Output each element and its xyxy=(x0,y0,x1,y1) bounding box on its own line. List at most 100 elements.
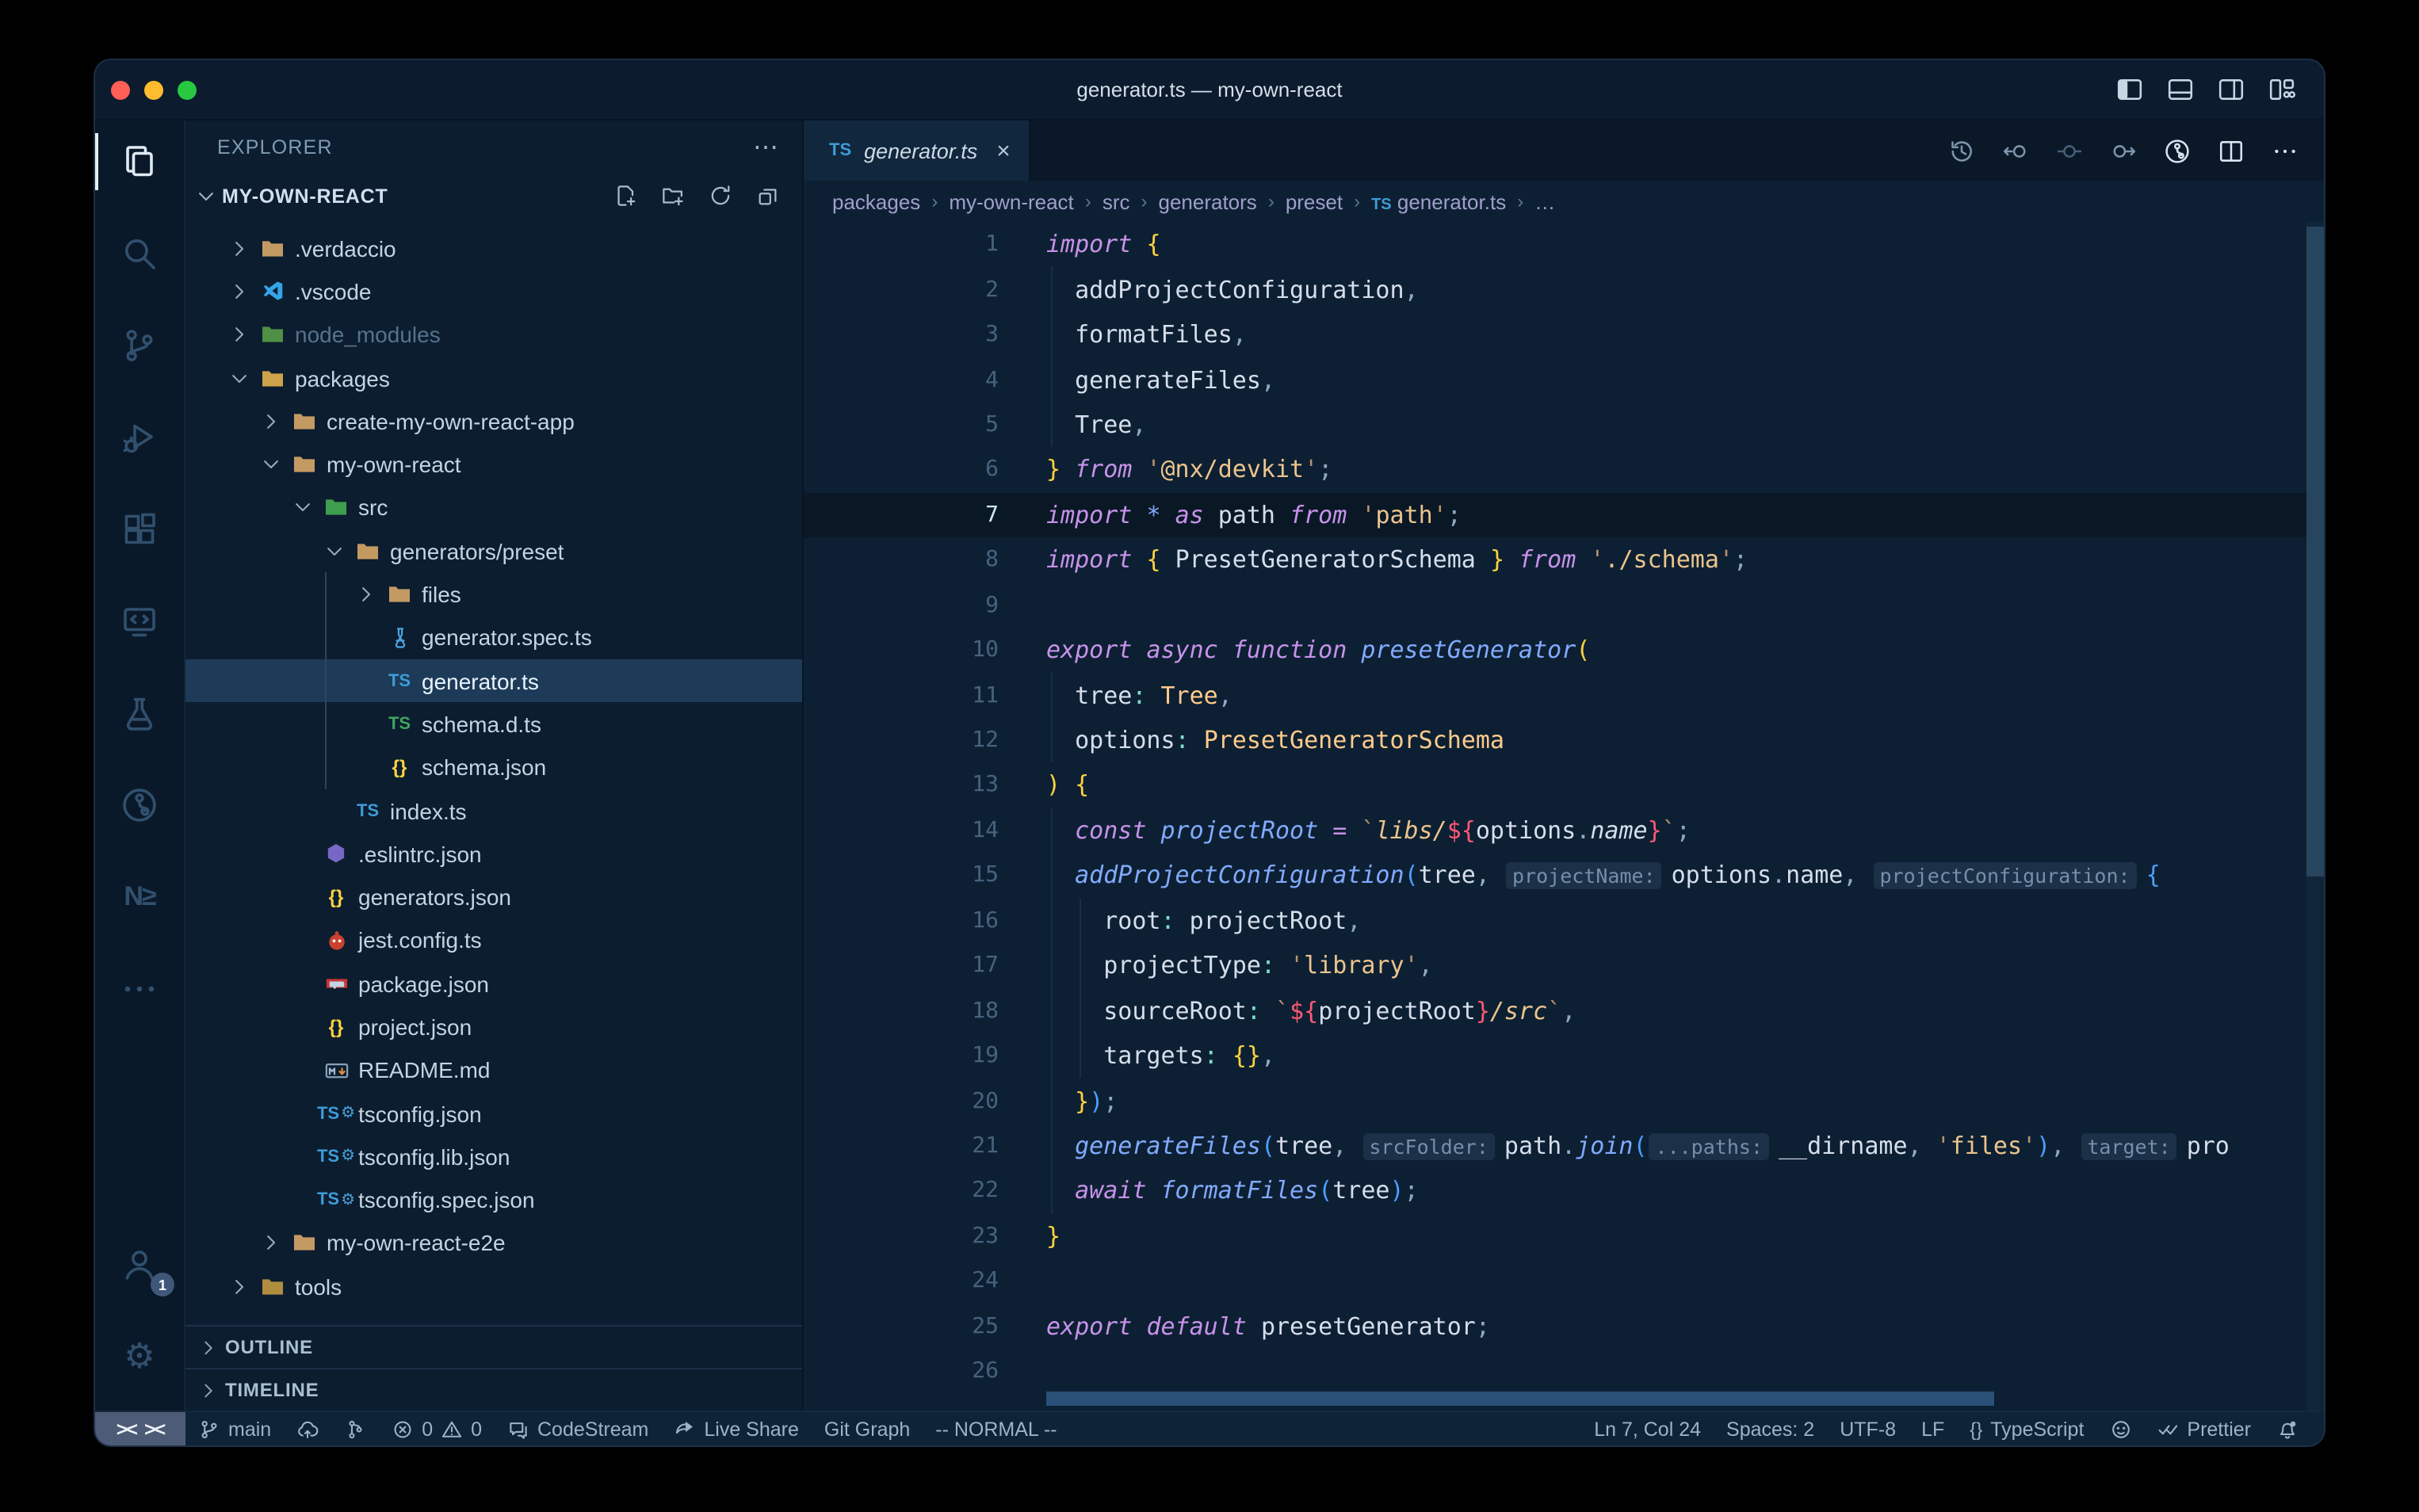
status-pipeline[interactable] xyxy=(331,1412,379,1445)
panel-outline[interactable]: OUTLINE xyxy=(185,1325,802,1368)
breadcrumb-src[interactable]: src xyxy=(1102,189,1130,213)
more-actions-icon[interactable] xyxy=(2272,137,2299,164)
toggle-panel-icon[interactable] xyxy=(2167,78,2194,101)
status-git-graph[interactable]: Git Graph xyxy=(812,1412,923,1445)
change-icon[interactable] xyxy=(2056,137,2083,164)
tree-item-index-ts[interactable]: TSindex.ts xyxy=(185,789,802,833)
breadcrumb-symbols[interactable]: … xyxy=(1534,189,1555,213)
tree-item-tools[interactable]: tools xyxy=(185,1265,802,1308)
tree-item-schema-json[interactable]: {}schema.json xyxy=(185,746,802,789)
status-vim-mode[interactable]: -- NORMAL -- xyxy=(923,1412,1069,1445)
explorer-more-icon[interactable]: ⋯ xyxy=(753,132,780,163)
tree-item--verdaccio[interactable]: .verdaccio xyxy=(185,227,802,270)
tree-item-my-own-react-e2e[interactable]: my-own-react-e2e xyxy=(185,1222,802,1266)
activity-item-nx-console[interactable]: N≥ xyxy=(95,859,184,935)
tree-item-create-my-own-react-app[interactable]: create-my-own-react-app xyxy=(185,399,802,443)
panel-timeline[interactable]: TIMELINE xyxy=(185,1368,802,1411)
status-language-mode[interactable]: {}TypeScript xyxy=(1957,1412,2096,1445)
breadcrumb-preset[interactable]: preset xyxy=(1286,189,1343,213)
zoom-button[interactable] xyxy=(178,80,197,99)
status-prettier[interactable]: Prettier xyxy=(2144,1412,2264,1445)
collapse-all-icon[interactable] xyxy=(756,184,780,208)
status-publish[interactable] xyxy=(284,1412,331,1445)
activity-item-settings[interactable]: ⚙ xyxy=(95,1319,184,1395)
split-editor-icon[interactable] xyxy=(2218,137,2245,164)
activity-item-more-views[interactable] xyxy=(95,951,184,1027)
status-git-branch[interactable]: main xyxy=(185,1412,284,1445)
tree-item-label: schema.json xyxy=(422,754,546,780)
minimize-button[interactable] xyxy=(144,80,163,99)
tree-item--eslintrc-json[interactable]: ⬢.eslintrc.json xyxy=(185,832,802,876)
status-notifications[interactable] xyxy=(2264,1412,2311,1445)
activity-item-source-control[interactable] xyxy=(95,307,184,384)
tree-item--vscode[interactable]: .vscode xyxy=(185,270,802,314)
tree-item-jest-config-ts[interactable]: jest.config.ts xyxy=(185,919,802,963)
tree-item-my-own-react[interactable]: my-own-react xyxy=(185,443,802,487)
next-change-icon[interactable] xyxy=(2110,137,2137,164)
new-file-icon[interactable] xyxy=(613,184,637,208)
activity-item-accounts[interactable]: 1 xyxy=(95,1227,184,1303)
activity-item-explorer[interactable] xyxy=(95,124,184,200)
inlay-hint: srcFolder: xyxy=(1362,1133,1495,1160)
vertical-scrollbar-thumb[interactable] xyxy=(2306,227,2324,876)
ellipsis-icon xyxy=(120,970,159,1008)
code-line-11: 11 tree: Tree, xyxy=(804,673,2324,718)
toggle-secondary-sidebar-icon[interactable] xyxy=(2218,78,2245,101)
status-encoding[interactable]: UTF-8 xyxy=(1827,1412,1909,1445)
activity-item-remote-explorer[interactable] xyxy=(95,583,184,659)
tree-item-generators-preset[interactable]: generators/preset xyxy=(185,529,802,573)
tree-item-tsconfig-lib-json[interactable]: TS⚙tsconfig.lib.json xyxy=(185,1135,802,1178)
git-graph-circle-icon[interactable] xyxy=(2164,137,2191,164)
eslint-file-icon: ⬢ xyxy=(319,841,353,868)
activity-item-search[interactable] xyxy=(95,216,184,292)
tree-item-tsconfig-json[interactable]: TS⚙tsconfig.json xyxy=(185,1092,802,1136)
tree-item-generator-spec-ts[interactable]: generator.spec.ts xyxy=(185,616,802,659)
status-github[interactable] xyxy=(2096,1412,2144,1445)
breadcrumb-generator-ts[interactable]: TS generator.ts xyxy=(1371,189,1506,213)
tree-item-generator-ts[interactable]: TSgenerator.ts xyxy=(185,659,802,703)
toggle-sidebar-icon[interactable] xyxy=(2116,78,2143,101)
status-eol[interactable]: LF xyxy=(1909,1412,1957,1445)
tree-item-project-json[interactable]: {}project.json xyxy=(185,1006,802,1049)
tab-generator-ts[interactable]: TS generator.ts × xyxy=(804,120,1031,181)
tree-item-src[interactable]: src xyxy=(185,487,802,530)
tree-item-packages[interactable]: packages xyxy=(185,357,802,400)
prev-change-icon[interactable] xyxy=(2002,137,2029,164)
braces-file-icon: {} xyxy=(319,1016,353,1038)
horizontal-scrollbar-thumb[interactable] xyxy=(1046,1392,1994,1406)
status-problems[interactable]: 00 xyxy=(379,1412,495,1445)
tree-item-package-json[interactable]: npmpackage.json xyxy=(185,962,802,1006)
close-tab-icon[interactable]: × xyxy=(996,137,1011,164)
tree-item-node-modules[interactable]: node_modules xyxy=(185,313,802,357)
refresh-icon[interactable] xyxy=(709,184,732,208)
search-icon xyxy=(120,235,159,273)
activity-item-git-graph[interactable] xyxy=(95,767,184,843)
warning-icon xyxy=(441,1418,463,1440)
status-indentation[interactable]: Spaces: 2 xyxy=(1714,1412,1827,1445)
close-button[interactable] xyxy=(111,80,130,99)
tree-item-schema-d-ts[interactable]: TSschema.d.ts xyxy=(185,703,802,746)
code-line-6: 6} from '@nx/devkit'; xyxy=(804,447,2324,492)
history-icon[interactable] xyxy=(1948,137,1975,164)
breadcrumb-my-own-react[interactable]: my-own-react xyxy=(949,189,1074,213)
status-live-share[interactable]: Live Share xyxy=(661,1412,812,1445)
customize-layout-icon[interactable] xyxy=(2268,78,2295,101)
tree-item-generators-json[interactable]: {}generators.json xyxy=(185,876,802,919)
breadcrumb-generators[interactable]: generators xyxy=(1159,189,1257,213)
status-codestream[interactable]: CodeStream xyxy=(495,1412,661,1445)
workspace-section-header[interactable]: MY-OWN-REACT xyxy=(185,174,802,217)
tree-item-tsconfig-spec-json[interactable]: TS⚙tsconfig.spec.json xyxy=(185,1178,802,1222)
activity-bar: N≥ 1 ⚙ xyxy=(95,120,185,1411)
breadcrumb-packages[interactable]: packages xyxy=(832,189,920,213)
status-cursor-position[interactable]: Ln 7, Col 24 xyxy=(1581,1412,1714,1445)
vertical-scrollbar[interactable] xyxy=(2306,222,2324,1411)
activity-item-extensions[interactable] xyxy=(95,491,184,567)
code-line-22: 22 await formatFiles(tree); xyxy=(804,1168,2324,1213)
tree-item-files[interactable]: files xyxy=(185,573,802,617)
new-folder-icon[interactable] xyxy=(661,184,685,208)
activity-item-run-debug[interactable] xyxy=(95,399,184,475)
activity-item-testing[interactable] xyxy=(95,675,184,751)
tree-item-readme-md[interactable]: README.md xyxy=(185,1048,802,1092)
status-remote-indicator[interactable]: ><>< xyxy=(95,1412,185,1445)
code-area[interactable]: 1import {2 addProjectConfiguration,3 for… xyxy=(804,222,2324,1411)
